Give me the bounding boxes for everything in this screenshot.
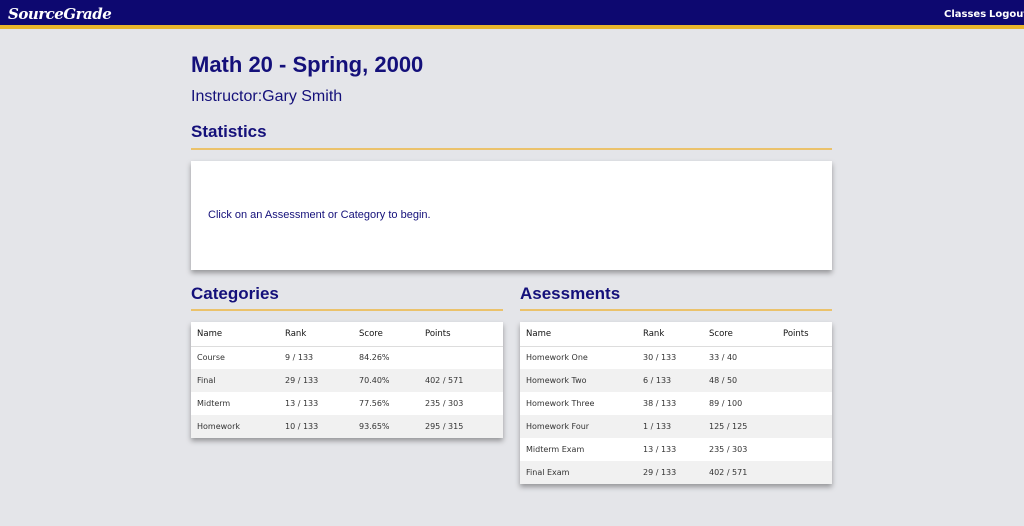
cell-name: Homework Four — [520, 415, 637, 438]
categories-divider — [191, 309, 503, 311]
cell-score: 70.40% — [353, 369, 419, 392]
cell-name: Final Exam — [520, 461, 637, 484]
cell-rank: 9 / 133 — [279, 346, 353, 369]
instructor-label: Instructor: — [191, 88, 263, 105]
statistics-divider — [191, 148, 832, 150]
statistics-panel: Click on an Assessment or Category to be… — [191, 161, 832, 270]
cell-score: 125 / 125 — [703, 415, 777, 438]
nav-classes-link[interactable]: Classes — [944, 9, 986, 20]
column-header-points: Points — [419, 322, 503, 347]
cell-name: Homework — [191, 415, 279, 438]
cell-points: 402 / 571 — [419, 369, 503, 392]
cell-score: 402 / 571 — [703, 461, 777, 484]
table-row[interactable]: Homework Three 38 / 133 89 / 100 — [520, 392, 832, 415]
instructor-line: Instructor:Gary Smith — [191, 88, 342, 106]
assessments-table: Name Rank Score Points Homework One 30 /… — [520, 322, 832, 484]
cell-points: 295 / 315 — [419, 415, 503, 438]
cell-score: 84.26% — [353, 346, 419, 369]
table-row[interactable]: Homework One 30 / 133 33 / 40 — [520, 346, 832, 369]
cell-points — [419, 346, 503, 369]
column-header-name: Name — [191, 322, 279, 347]
column-header-score: Score — [703, 322, 777, 347]
table-row[interactable]: Final 29 / 133 70.40% 402 / 571 — [191, 369, 503, 392]
statistics-heading: Statistics — [191, 122, 267, 141]
categories-table-card: Name Rank Score Points Course 9 / 133 84… — [191, 322, 503, 438]
statistics-message: Click on an Assessment or Category to be… — [208, 209, 431, 221]
assessments-heading: Asessments — [520, 284, 621, 303]
cell-points — [777, 461, 832, 484]
cell-name: Midterm Exam — [520, 438, 637, 461]
categories-table: Name Rank Score Points Course 9 / 133 84… — [191, 322, 503, 438]
table-header-row: Name Rank Score Points — [191, 322, 503, 347]
table-row[interactable]: Midterm 13 / 133 77.56% 235 / 303 — [191, 392, 503, 415]
assessments-table-card: Name Rank Score Points Homework One 30 /… — [520, 322, 832, 484]
cell-rank: 13 / 133 — [279, 392, 353, 415]
top-navbar: SourceGrade Classes Logout — [0, 0, 1024, 29]
column-header-points: Points — [777, 322, 832, 347]
cell-score: 48 / 50 — [703, 369, 777, 392]
cell-score: 89 / 100 — [703, 392, 777, 415]
table-row[interactable]: Course 9 / 133 84.26% — [191, 346, 503, 369]
instructor-name: Gary Smith — [262, 88, 343, 105]
table-row[interactable]: Midterm Exam 13 / 133 235 / 303 — [520, 438, 832, 461]
cell-rank: 1 / 133 — [637, 415, 703, 438]
cell-rank: 6 / 133 — [637, 369, 703, 392]
cell-name: Homework Three — [520, 392, 637, 415]
cell-score: 93.65% — [353, 415, 419, 438]
page-title: Math 20 - Spring, 2000 — [191, 52, 424, 77]
table-row[interactable]: Homework 10 / 133 93.65% 295 / 315 — [191, 415, 503, 438]
cell-rank: 38 / 133 — [637, 392, 703, 415]
cell-rank: 30 / 133 — [637, 346, 703, 369]
cell-name: Homework One — [520, 346, 637, 369]
cell-rank: 29 / 133 — [279, 369, 353, 392]
table-header-row: Name Rank Score Points — [520, 322, 832, 347]
cell-rank: 13 / 133 — [637, 438, 703, 461]
table-row[interactable]: Final Exam 29 / 133 402 / 571 — [520, 461, 832, 484]
cell-points — [777, 346, 832, 369]
cell-rank: 10 / 133 — [279, 415, 353, 438]
cell-name: Homework Two — [520, 369, 637, 392]
cell-rank: 29 / 133 — [637, 461, 703, 484]
column-header-rank: Rank — [279, 322, 353, 347]
table-row[interactable]: Homework Two 6 / 133 48 / 50 — [520, 369, 832, 392]
column-header-name: Name — [520, 322, 637, 347]
cell-points: 235 / 303 — [419, 392, 503, 415]
cell-points — [777, 415, 832, 438]
column-header-rank: Rank — [637, 322, 703, 347]
nav-logout-link[interactable]: Logout — [989, 9, 1024, 20]
cell-points — [777, 438, 832, 461]
assessments-divider — [520, 309, 832, 311]
table-row[interactable]: Homework Four 1 / 133 125 / 125 — [520, 415, 832, 438]
cell-points — [777, 369, 832, 392]
cell-name: Midterm — [191, 392, 279, 415]
cell-score: 77.56% — [353, 392, 419, 415]
cell-name: Final — [191, 369, 279, 392]
brand-logo[interactable]: SourceGrade — [8, 5, 112, 23]
cell-score: 33 / 40 — [703, 346, 777, 369]
cell-name: Course — [191, 346, 279, 369]
column-header-score: Score — [353, 322, 419, 347]
categories-heading: Categories — [191, 284, 279, 303]
cell-points — [777, 392, 832, 415]
cell-score: 235 / 303 — [703, 438, 777, 461]
